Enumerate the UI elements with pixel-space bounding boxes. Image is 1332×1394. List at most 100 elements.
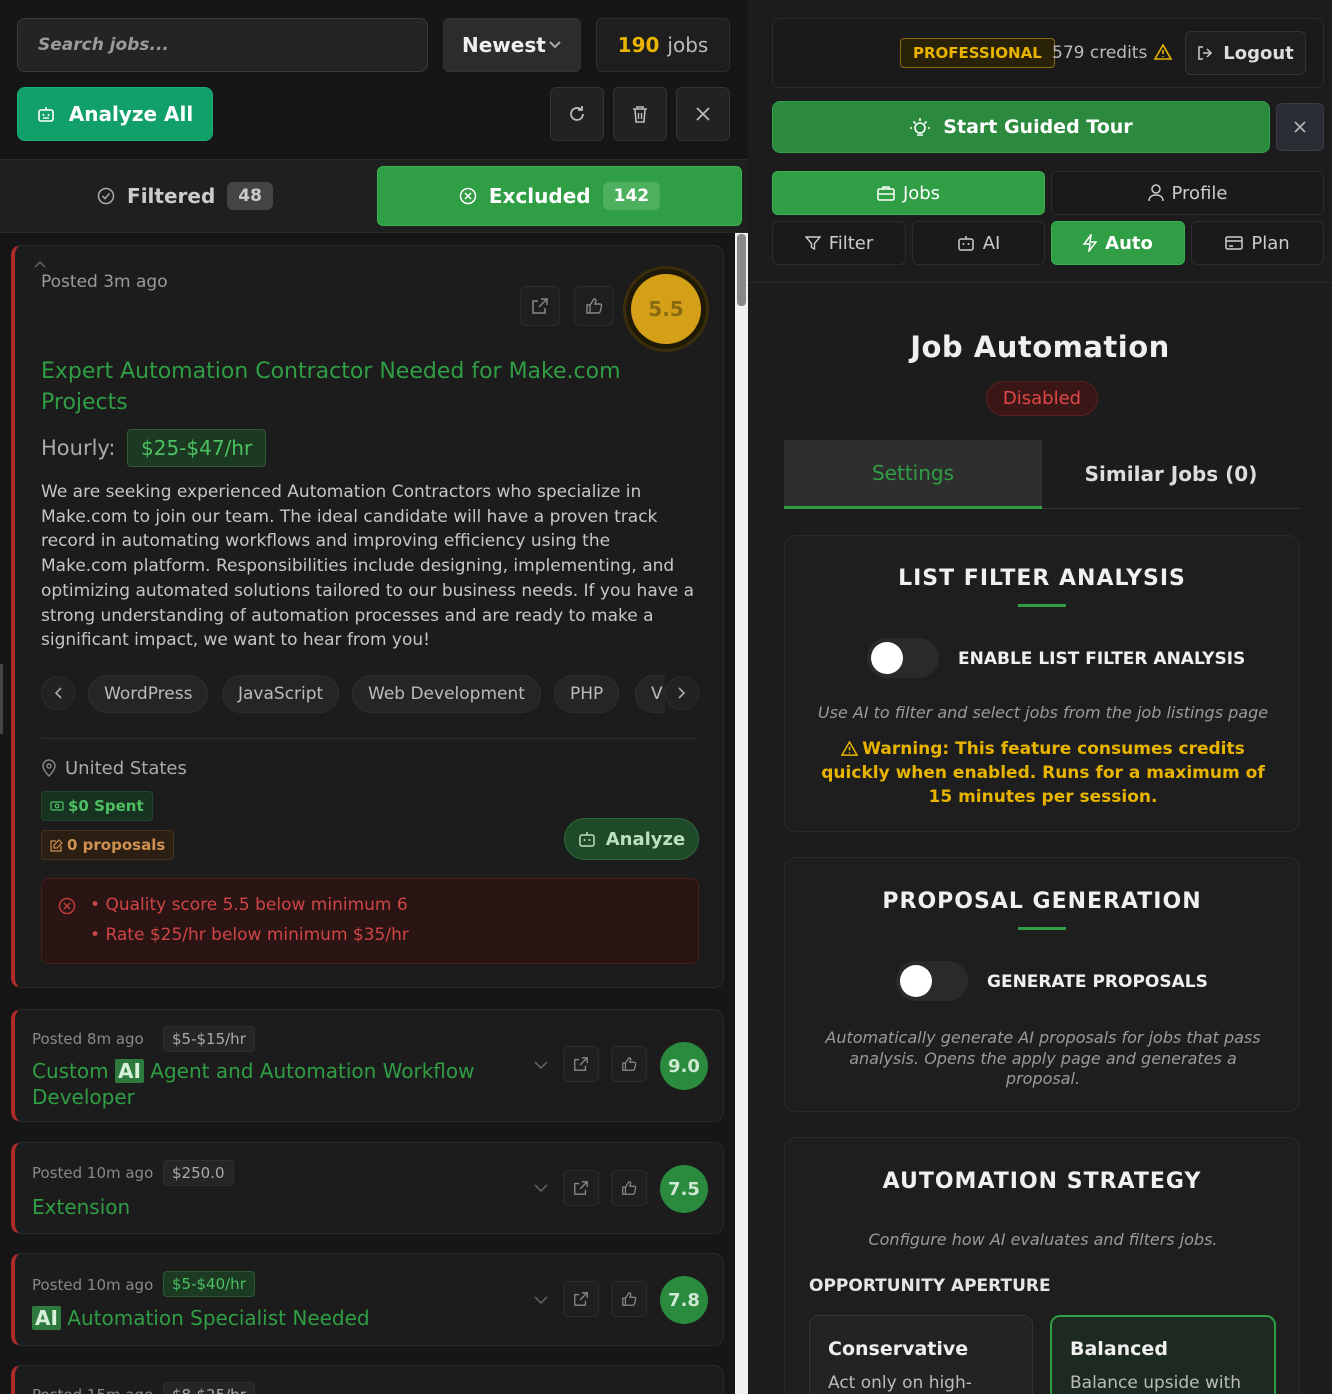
list-filter-panel: LIST FILTER ANALYSIS ENABLE LIST FILTER …: [784, 535, 1300, 832]
job-title-part: Agent and Automation Workflow: [150, 1059, 475, 1083]
section-description: Use AI to filter and select jobs from th…: [817, 703, 1269, 722]
list-filter-toggle[interactable]: [867, 638, 939, 678]
open-external-button[interactable]: [520, 286, 560, 326]
nav-filter[interactable]: Filter: [772, 221, 906, 265]
chevron-down-icon[interactable]: [533, 1060, 549, 1070]
job-card[interactable]: Posted 10m ago $250.0 Extension 7.5: [11, 1142, 724, 1234]
toggle-label: ENABLE LIST FILTER ANALYSIS: [958, 649, 1246, 669]
job-card[interactable]: Posted 10m ago $5-$40/hr AI Automation S…: [11, 1253, 724, 1346]
nav-profile[interactable]: Profile: [1051, 171, 1324, 215]
rate-badge: $5-$40/hr: [163, 1271, 255, 1297]
external-link-icon: [573, 1180, 589, 1196]
rate-badge: $250.0: [163, 1160, 234, 1186]
job-title[interactable]: Custom AI Agent and Automation Workflow …: [32, 1058, 502, 1110]
skill-tag[interactable]: V: [635, 675, 665, 713]
toggle-knob: [900, 965, 932, 997]
proposal-count-text: 0 proposals: [67, 836, 166, 854]
skill-tag[interactable]: WordPress: [88, 675, 209, 713]
job-title[interactable]: Expert Automation Contractor Needed for …: [41, 356, 661, 418]
client-spent: $0 Spent: [41, 791, 153, 821]
chevron-down-icon[interactable]: [533, 1183, 549, 1193]
aperture-option-balanced[interactable]: Balanced Balance upside with: [1050, 1315, 1276, 1394]
chevron-right-icon: [677, 686, 687, 700]
quality-score: 5.5: [623, 266, 709, 352]
analyze-all-button[interactable]: Analyze All: [17, 87, 213, 141]
quality-score-value: 5.5: [648, 297, 684, 321]
exclusion-reason: • Quality score 5.5 below minimum 6: [90, 895, 408, 915]
proposal-count: 0 proposals: [41, 830, 175, 860]
nav-auto[interactable]: Auto: [1051, 221, 1185, 265]
tab-excluded-count: 142: [602, 182, 661, 210]
left-edge-marker: [0, 664, 3, 734]
expanded-job-card[interactable]: Posted 3m ago 5.5 Expert Automation Cont…: [11, 245, 724, 988]
dismiss-tour-button[interactable]: [1276, 103, 1324, 151]
section-description: Automatically generate AI proposals for …: [825, 1028, 1261, 1088]
filter-icon: [804, 235, 821, 251]
thumbs-up-button[interactable]: [611, 1281, 647, 1317]
account-header: PROFESSIONAL 579 credits Logout: [772, 18, 1324, 88]
open-external-button[interactable]: [563, 1170, 599, 1206]
start-guided-tour-button[interactable]: Start Guided Tour: [772, 101, 1270, 153]
job-title[interactable]: Extension: [32, 1195, 130, 1219]
sort-select[interactable]: Newest: [443, 18, 581, 72]
sort-label: Newest: [462, 33, 546, 57]
open-external-button[interactable]: [563, 1281, 599, 1317]
aperture-option-conservative[interactable]: Conservative Act only on high-: [809, 1315, 1033, 1394]
thumbs-up-button[interactable]: [611, 1046, 647, 1082]
rate-badge: $8-$25/hr: [163, 1382, 255, 1394]
location-pin-icon: [41, 759, 57, 777]
tab-similar-jobs[interactable]: Similar Jobs (0): [1042, 440, 1300, 509]
skill-tag[interactable]: Web Development: [352, 675, 541, 713]
job-card[interactable]: Posted 8m ago $5-$15/hr Custom AI Agent …: [11, 1009, 724, 1122]
ai-badge: AI: [32, 1306, 61, 1330]
external-link-icon: [573, 1291, 589, 1307]
exclusion-reason-text: Quality score 5.5 below minimum 6: [105, 895, 408, 915]
generate-proposals-toggle[interactable]: [896, 961, 968, 1001]
tab-excluded[interactable]: Excluded 142: [377, 166, 742, 226]
skill-tag[interactable]: JavaScript: [222, 675, 340, 713]
client-location: United States: [65, 758, 187, 779]
thumbs-up-button[interactable]: [574, 286, 614, 326]
logout-button[interactable]: Logout: [1185, 31, 1306, 75]
scrollbar-thumb[interactable]: [737, 234, 746, 306]
tags-scroll-left[interactable]: [41, 676, 75, 710]
section-heading: PROPOSAL GENERATION: [882, 889, 1202, 914]
exclusion-reason: • Rate $25/hr below minimum $35/hr: [90, 925, 409, 945]
proposal-generation-panel: PROPOSAL GENERATION GENERATE PROPOSALS A…: [784, 857, 1300, 1112]
nav-plan[interactable]: Plan: [1191, 221, 1324, 265]
tab-settings[interactable]: Settings: [784, 440, 1042, 509]
tab-settings-label: Settings: [871, 461, 955, 485]
job-title[interactable]: AI Automation Specialist Needed: [32, 1306, 370, 1330]
refresh-button[interactable]: [550, 87, 604, 141]
job-card[interactable]: Posted 15m ago $8-$25/hr: [11, 1365, 724, 1394]
tags-scroll-right[interactable]: [665, 676, 699, 710]
job-title-part: Custom: [32, 1059, 109, 1083]
nav-jobs[interactable]: Jobs: [772, 171, 1045, 215]
thumbs-up-icon: [621, 1056, 637, 1072]
open-external-button[interactable]: [563, 1046, 599, 1082]
thumbs-up-icon: [621, 1291, 637, 1307]
search-placeholder: Search jobs...: [38, 35, 169, 55]
skill-tag[interactable]: PHP: [554, 675, 620, 713]
analyze-button[interactable]: Analyze: [564, 818, 699, 860]
close-button[interactable]: [676, 87, 730, 141]
analyze-label: Analyze: [605, 828, 686, 850]
chevron-down-icon[interactable]: [533, 1295, 549, 1305]
thumbs-up-icon: [621, 1180, 637, 1196]
nav-ai[interactable]: AI: [912, 221, 1045, 265]
search-input[interactable]: Search jobs...: [17, 18, 428, 72]
thumbs-up-button[interactable]: [611, 1170, 647, 1206]
tab-filtered[interactable]: Filtered 48: [0, 166, 370, 226]
toggle-label: GENERATE PROPOSALS: [987, 972, 1208, 992]
scrollbar-track[interactable]: [735, 233, 748, 1394]
nav-filter-label: Filter: [828, 232, 874, 254]
nav-jobs-label: Jobs: [902, 182, 941, 204]
quality-score-value: 9.0: [668, 1055, 700, 1077]
delete-button[interactable]: [613, 87, 667, 141]
nav-auto-label: Auto: [1105, 232, 1153, 254]
robot-icon: [37, 105, 55, 123]
chevron-up-icon[interactable]: [33, 260, 47, 268]
nav-divider: [748, 282, 1332, 283]
start-guided-tour-label: Start Guided Tour: [943, 116, 1133, 138]
chevron-left-icon: [53, 686, 63, 700]
